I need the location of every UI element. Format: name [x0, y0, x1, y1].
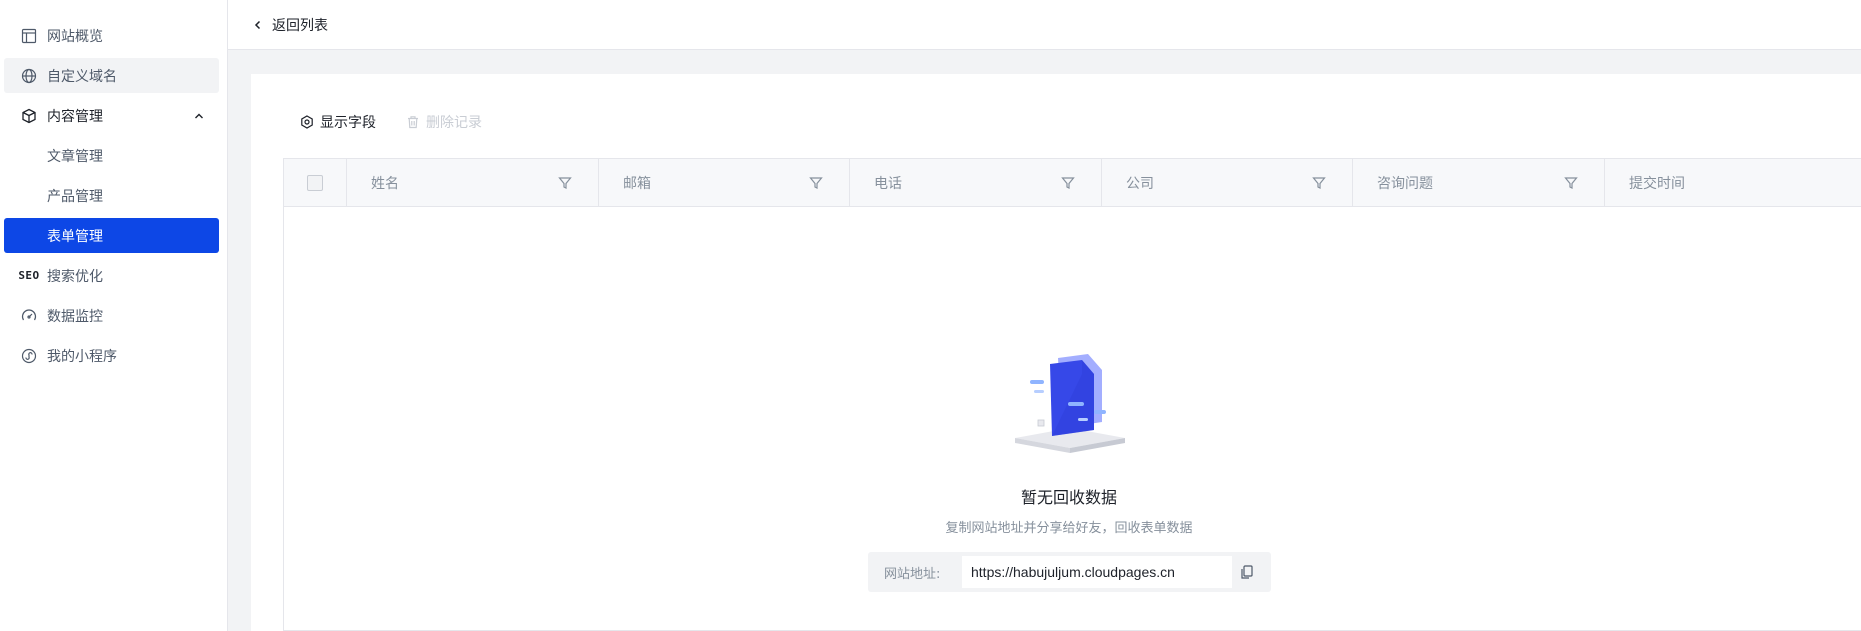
website-url-label: 网站地址:	[884, 566, 941, 582]
sidebar-item-label: 文章管理	[47, 148, 103, 165]
show-fields-label: 显示字段	[320, 115, 376, 131]
sidebar-item-custom-domain[interactable]: 自定义域名	[4, 58, 219, 93]
copy-icon[interactable]	[1239, 564, 1255, 580]
filter-icon[interactable]	[1312, 176, 1326, 190]
column-label: 咨询问题	[1377, 175, 1433, 192]
filter-icon[interactable]	[809, 176, 823, 190]
trash-icon	[406, 115, 420, 129]
sidebar: 网站概览 自定义域名 内容管理 文章管理 产品管理 表单管理 SEO 搜索优化 …	[0, 0, 228, 631]
sidebar-item-miniapp[interactable]: 我的小程序	[4, 338, 219, 373]
delete-records-button[interactable]: 删除记录	[406, 112, 482, 132]
website-url-box: 网站地址:	[868, 552, 1271, 592]
sidebar-item-content-management[interactable]: 内容管理	[4, 98, 219, 133]
table-header: 姓名 邮箱 电话 公司 咨询问题 提交时间	[284, 159, 1861, 207]
chevron-left-icon	[252, 19, 264, 31]
sidebar-item-articles[interactable]: 文章管理	[4, 138, 219, 173]
table-toolbar: 显示字段 删除记录	[300, 112, 482, 132]
select-all-cell	[284, 159, 347, 206]
column-header-inquiry: 咨询问题	[1353, 159, 1605, 206]
empty-state-subtitle: 复制网站地址并分享给好友，回收表单数据	[945, 521, 1193, 536]
sidebar-item-label: 网站概览	[47, 28, 103, 45]
sidebar-item-label: 自定义域名	[47, 68, 117, 85]
sidebar-item-forms[interactable]: 表单管理	[4, 218, 219, 253]
column-header-phone: 电话	[850, 159, 1102, 206]
column-label: 电话	[874, 175, 902, 192]
filter-icon[interactable]	[1061, 176, 1075, 190]
miniapp-icon	[20, 347, 38, 365]
sidebar-item-label: 我的小程序	[47, 348, 117, 365]
show-fields-button[interactable]: 显示字段	[300, 112, 376, 132]
layout-icon	[20, 27, 38, 45]
filter-icon[interactable]	[558, 176, 572, 190]
back-to-list-button[interactable]: 返回列表	[252, 15, 328, 35]
website-url-input[interactable]	[962, 556, 1232, 588]
column-header-company: 公司	[1102, 159, 1353, 206]
sidebar-item-overview[interactable]: 网站概览	[4, 18, 219, 53]
delete-records-label: 删除记录	[426, 115, 482, 131]
sidebar-item-label: 表单管理	[47, 228, 103, 245]
box-icon	[20, 107, 38, 125]
sidebar-item-monitoring[interactable]: 数据监控	[4, 298, 219, 333]
empty-state-title: 暂无回收数据	[1020, 488, 1117, 507]
filter-icon[interactable]	[1564, 176, 1578, 190]
column-label: 公司	[1126, 175, 1154, 192]
sidebar-item-label: 产品管理	[47, 188, 103, 205]
select-all-checkbox[interactable]	[307, 174, 323, 191]
column-label: 提交时间	[1629, 175, 1685, 192]
sidebar-item-seo[interactable]: SEO 搜索优化	[4, 258, 219, 293]
sidebar-item-label: 数据监控	[47, 308, 103, 325]
column-header-submit-time: 提交时间	[1605, 159, 1861, 206]
column-header-email: 邮箱	[599, 159, 850, 206]
back-label: 返回列表	[272, 17, 328, 34]
sidebar-item-label: 搜索优化	[47, 268, 103, 285]
column-label: 姓名	[371, 175, 399, 192]
empty-state-illustration	[1010, 350, 1130, 455]
seo-icon: SEO	[18, 269, 40, 282]
sidebar-item-products[interactable]: 产品管理	[4, 178, 219, 213]
sidebar-item-label: 内容管理	[47, 108, 103, 125]
chevron-up-icon	[193, 110, 205, 122]
column-label: 邮箱	[623, 175, 651, 192]
column-header-name: 姓名	[347, 159, 599, 206]
globe-icon	[20, 67, 38, 85]
top-bar: 返回列表	[228, 0, 1861, 50]
gauge-icon	[20, 307, 38, 325]
eye-settings-icon	[300, 115, 314, 129]
